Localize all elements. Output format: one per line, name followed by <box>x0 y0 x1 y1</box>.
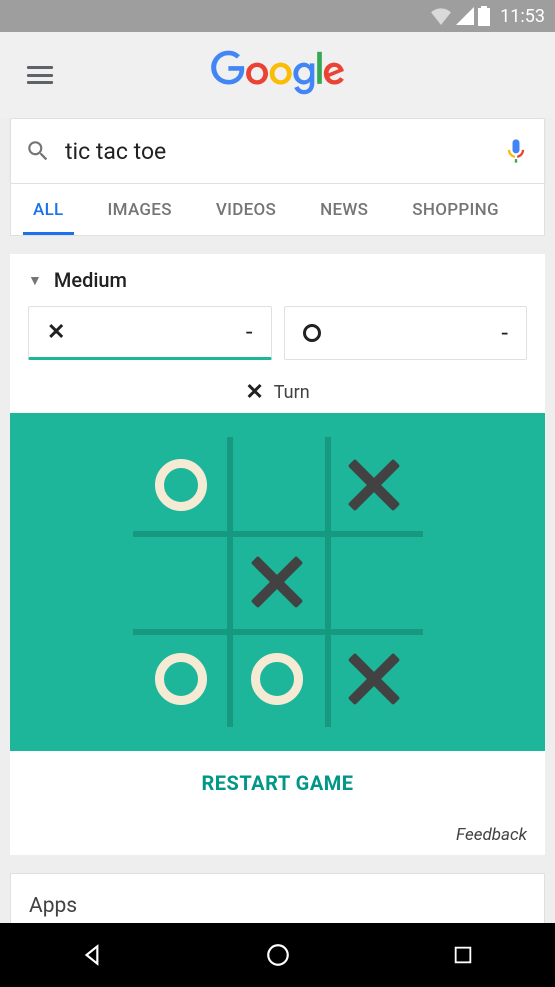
tictactoe-card: ▼ Medium ✕ - - ✕ Turn RESTART GAME Feedb… <box>10 254 545 855</box>
o-mark <box>251 653 303 705</box>
turn-player-icon: ✕ <box>245 380 263 405</box>
tab-videos[interactable]: VIDEOS <box>194 184 298 235</box>
recent-apps-button[interactable] <box>423 935 503 975</box>
home-button[interactable] <box>238 935 318 975</box>
o-mark <box>155 459 207 511</box>
cell-signal-icon <box>456 7 474 25</box>
o-icon <box>303 324 321 342</box>
feedback-link[interactable]: Feedback <box>10 815 545 855</box>
score-o[interactable]: - <box>284 306 528 360</box>
tab-news[interactable]: NEWS <box>298 184 390 235</box>
game-board <box>133 437 423 727</box>
x-mark <box>348 653 400 705</box>
score-x-value: - <box>246 318 253 346</box>
back-button[interactable] <box>53 935 133 975</box>
android-nav-bar <box>0 923 555 987</box>
clock: 11:53 <box>500 6 545 27</box>
score-x[interactable]: ✕ - <box>28 306 272 360</box>
search-input[interactable] <box>51 138 502 165</box>
turn-label: Turn <box>274 382 310 403</box>
score-row: ✕ - - <box>10 306 545 372</box>
x-mark <box>251 556 303 608</box>
search-tabs: ALL IMAGES VIDEOS NEWS SHOPPING MA <box>10 184 545 236</box>
tab-all[interactable]: ALL <box>11 184 86 235</box>
menu-button[interactable] <box>20 55 60 95</box>
search-box[interactable] <box>10 118 545 184</box>
cell-0-0 <box>133 437 230 534</box>
difficulty-selector[interactable]: ▼ Medium <box>10 254 545 306</box>
cell-0-1[interactable] <box>229 437 326 534</box>
tab-shopping[interactable]: SHOPPING <box>390 184 521 235</box>
o-mark <box>155 653 207 705</box>
dropdown-icon: ▼ <box>28 272 42 289</box>
cell-1-2[interactable] <box>326 534 423 631</box>
back-icon <box>80 942 106 968</box>
home-icon <box>265 942 291 968</box>
turn-indicator: ✕ Turn <box>10 372 545 413</box>
difficulty-label: Medium <box>54 268 127 292</box>
restart-button[interactable]: RESTART GAME <box>10 751 545 815</box>
cell-2-1 <box>229 630 326 727</box>
tab-images[interactable]: IMAGES <box>86 184 194 235</box>
cell-1-0[interactable] <box>133 534 230 631</box>
app-header <box>0 32 555 118</box>
cell-0-2 <box>326 437 423 534</box>
cell-2-2 <box>326 630 423 727</box>
recent-icon <box>452 944 474 966</box>
wifi-icon <box>430 7 452 25</box>
battery-icon <box>478 6 490 26</box>
x-mark <box>348 459 400 511</box>
google-logo <box>211 50 345 100</box>
game-board-wrap <box>10 413 545 751</box>
x-icon: ✕ <box>47 320 65 345</box>
hamburger-icon <box>27 66 53 84</box>
cell-1-1 <box>229 534 326 631</box>
search-icon <box>25 138 51 164</box>
status-bar: 11:53 <box>0 0 555 32</box>
cell-2-0 <box>133 630 230 727</box>
voice-search-icon[interactable] <box>502 137 530 165</box>
score-o-value: - <box>501 319 508 347</box>
tab-maps[interactable]: MA <box>521 184 545 235</box>
